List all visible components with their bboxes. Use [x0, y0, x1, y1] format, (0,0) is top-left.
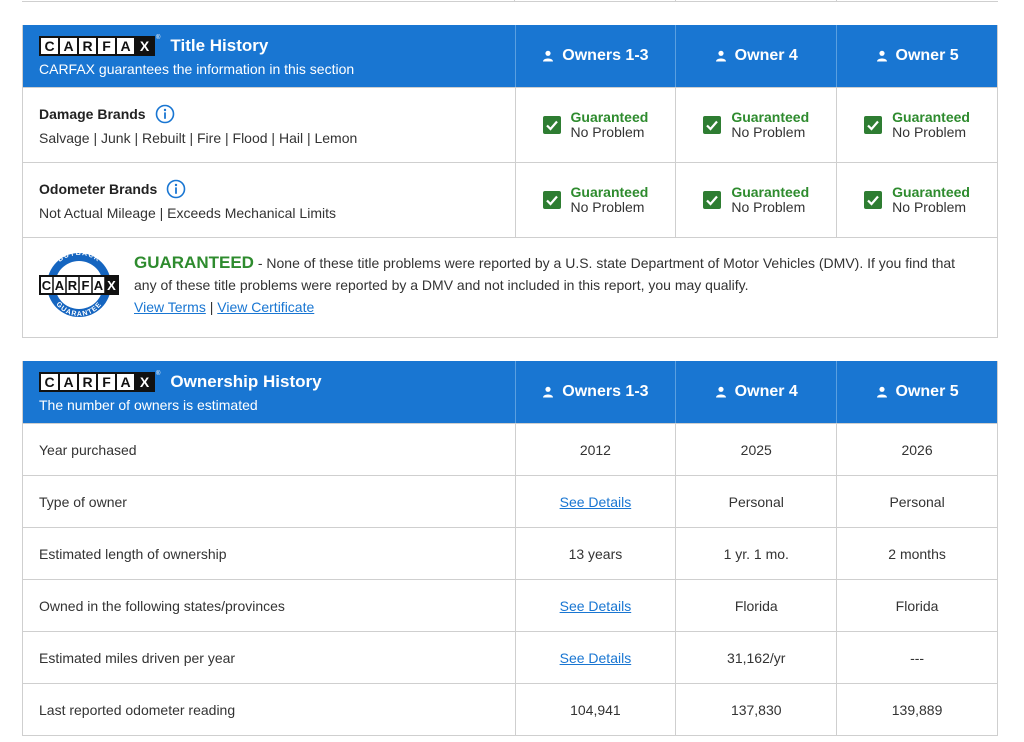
info-icon[interactable]: [155, 104, 175, 124]
owner-column-header: Owner 5: [836, 25, 997, 87]
checkmark-icon: [864, 191, 883, 209]
row-subtitle: Salvage | Junk | Rebuilt | Fire | Flood …: [39, 130, 358, 146]
table-cell: 2026: [836, 424, 997, 475]
carfax-logo: CARFAX: [39, 372, 155, 392]
table-cell: 137,830: [675, 684, 836, 735]
row-label: Estimated length of ownership: [39, 545, 227, 562]
row-label: Year purchased: [39, 441, 137, 458]
svg-text:C: C: [42, 278, 52, 293]
table-cell: Personal: [675, 476, 836, 527]
table-cell: Personal: [836, 476, 997, 527]
table-cell: Florida: [836, 580, 997, 631]
damage-brands-row: Damage Brands Salvage | Junk | Rebuilt |…: [23, 87, 997, 162]
row-subtitle: Not Actual Mileage | Exceeds Mechanical …: [39, 205, 336, 221]
ownership-history-header: CARFAX ® Ownership History The number of…: [23, 361, 997, 423]
table-cell: 2012: [514, 424, 676, 475]
guarantee-cell: Guaranteed No Problem: [675, 163, 836, 237]
person-icon: [543, 50, 554, 62]
guarantee-cell: Guaranteed No Problem: [675, 88, 836, 162]
row-title: Odometer Brands: [39, 181, 158, 197]
table-cell: Florida: [675, 580, 836, 631]
guarantee-cell: Guaranteed No Problem: [836, 163, 997, 237]
owner-column-header: Owners 1-3: [514, 25, 676, 87]
row-label: Estimated miles driven per year: [39, 649, 236, 666]
table-row: Estimated length of ownership 13 years 1…: [23, 527, 997, 579]
table-row: Owned in the following states/provinces …: [23, 579, 997, 631]
guarantee-cell: Guaranteed No Problem: [836, 88, 997, 162]
section-subtitle: CARFAX guarantees the information in thi…: [39, 61, 355, 77]
owner-column-header: Owner 4: [675, 25, 836, 87]
table-cell: 2 months: [836, 528, 997, 579]
svg-text:A: A: [55, 278, 65, 293]
table-cell: 104,941: [514, 684, 676, 735]
table-cell: 13 years: [514, 528, 676, 579]
see-details-link[interactable]: See Details: [560, 494, 632, 510]
guarantee-headline: GUARANTEED: [134, 253, 254, 272]
checkmark-icon: [703, 191, 722, 209]
checkmark-icon: [542, 191, 561, 209]
table-row: Type of owner See Details Personal Perso…: [23, 475, 997, 527]
table-cell: 139,889: [836, 684, 997, 735]
table-cell: 2025: [675, 424, 836, 475]
section-title: Ownership History: [170, 372, 322, 391]
table-row: Last reported odometer reading 104,941 1…: [23, 683, 997, 735]
svg-text:A: A: [94, 278, 104, 293]
svg-text:X: X: [107, 278, 116, 293]
person-icon: [876, 386, 887, 398]
title-history-section: CARFAX ® Title History CARFAX guarantees…: [22, 25, 998, 338]
guarantee-cell: Guaranteed No Problem: [514, 88, 676, 162]
table-cell: ---: [836, 632, 997, 683]
table-cell: 1 yr. 1 mo.: [675, 528, 836, 579]
row-label: Last reported odometer reading: [39, 701, 236, 718]
person-icon: [715, 50, 726, 62]
owner-column-header: Owners 1-3: [514, 361, 676, 423]
buyback-guarantee-row: BUYBACK GUARANTEE C A R F A X GUARANTEED…: [23, 237, 997, 337]
see-details-link[interactable]: See Details: [560, 598, 632, 614]
odometer-brands-row: Odometer Brands Not Actual Mileage | Exc…: [23, 162, 997, 237]
checkmark-icon: [703, 116, 722, 134]
person-icon: [715, 386, 726, 398]
owner-column-header: Owner 4: [675, 361, 836, 423]
row-label: Owned in the following states/provinces: [39, 597, 285, 614]
section-subtitle: The number of owners is estimated: [39, 397, 258, 413]
checkmark-icon: [542, 116, 561, 134]
view-terms-link[interactable]: View Terms: [134, 299, 206, 315]
ownership-history-section: CARFAX ® Ownership History The number of…: [22, 361, 998, 736]
person-icon: [876, 50, 887, 62]
previous-section-bottom: [22, 0, 998, 2]
title-history-header: CARFAX ® Title History CARFAX guarantees…: [23, 25, 997, 87]
link-separator: |: [205, 299, 218, 315]
table-row: Year purchased 2012 2025 2026: [23, 423, 997, 475]
info-icon[interactable]: [166, 179, 186, 199]
section-title: Title History: [170, 36, 269, 55]
guarantee-text: - None of these title problems were repo…: [134, 255, 956, 293]
see-details-link[interactable]: See Details: [560, 650, 632, 666]
checkmark-icon: [864, 116, 883, 134]
row-title: Damage Brands: [39, 106, 146, 122]
table-row: Estimated miles driven per year See Deta…: [23, 631, 997, 683]
buyback-guarantee-seal-icon: BUYBACK GUARANTEE C A R F A X: [39, 252, 119, 318]
guarantee-cell: Guaranteed No Problem: [514, 163, 676, 237]
row-label: Type of owner: [39, 493, 127, 510]
svg-text:R: R: [68, 278, 78, 293]
svg-text:F: F: [82, 278, 90, 293]
person-icon: [543, 386, 554, 398]
view-certificate-link[interactable]: View Certificate: [217, 299, 314, 315]
carfax-logo: CARFAX: [39, 36, 155, 56]
owner-column-header: Owner 5: [836, 361, 997, 423]
table-cell: 31,162/yr: [675, 632, 836, 683]
